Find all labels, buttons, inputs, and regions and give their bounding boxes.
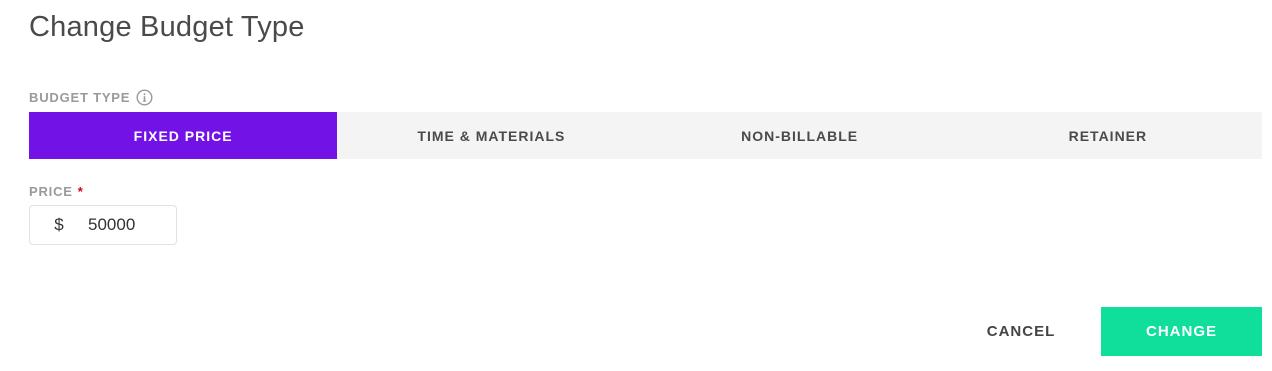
budget-type-label-row: BUDGET TYPE	[29, 89, 153, 106]
price-label: PRICE	[29, 184, 73, 199]
budget-type-option-time-materials[interactable]: TIME & MATERIALS	[337, 112, 645, 159]
change-budget-type-dialog: Change Budget Type BUDGET TYPE FIXED PRI…	[0, 0, 1272, 371]
budget-type-selector: FIXED PRICE TIME & MATERIALS NON-BILLABL…	[29, 112, 1262, 159]
change-button[interactable]: CHANGE	[1101, 307, 1262, 356]
dialog-title: Change Budget Type	[29, 11, 305, 43]
price-label-row: PRICE *	[29, 184, 84, 199]
price-field: $	[29, 205, 177, 245]
price-input[interactable]	[88, 215, 168, 235]
budget-type-option-non-billable[interactable]: NON-BILLABLE	[646, 112, 954, 159]
budget-type-option-fixed-price[interactable]: FIXED PRICE	[29, 112, 338, 159]
cancel-button[interactable]: CANCEL	[965, 307, 1077, 356]
currency-symbol: $	[54, 215, 64, 234]
budget-type-option-retainer[interactable]: RETAINER	[954, 112, 1262, 159]
required-marker: *	[77, 184, 84, 199]
info-icon[interactable]	[136, 89, 153, 106]
budget-type-label: BUDGET TYPE	[29, 90, 131, 105]
